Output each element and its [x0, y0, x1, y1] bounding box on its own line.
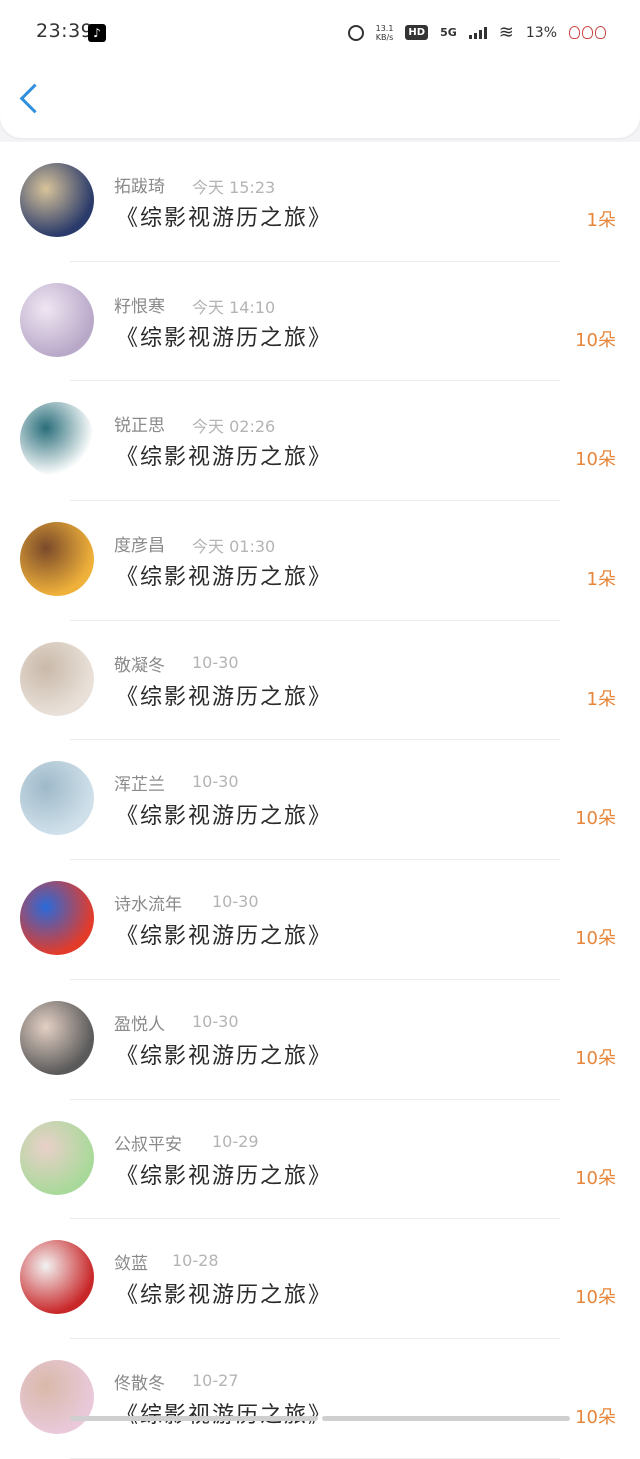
- avatar[interactable]: [20, 1120, 94, 1195]
- gift-amount: 10朵: [575, 1047, 616, 1069]
- back-icon[interactable]: [19, 83, 50, 114]
- timestamp: 10-30: [192, 772, 239, 792]
- list-item[interactable]: 敬凝冬 10-30 《综影视游历之旅》 1朵: [0, 620, 640, 741]
- avatar[interactable]: [20, 881, 94, 956]
- book-title[interactable]: 《综影视游历之旅》: [116, 1158, 332, 1190]
- user-name[interactable]: 盈悦人: [114, 1010, 165, 1035]
- book-title[interactable]: 《综影视游历之旅》: [116, 798, 332, 830]
- timestamp: 10-29: [212, 1131, 259, 1151]
- status-time: 23:39: [36, 20, 94, 42]
- book-title[interactable]: 《综影视游历之旅》: [116, 439, 332, 471]
- gift-amount: 1朵: [586, 569, 616, 591]
- top-header: 23:39 ♪ 13.1 KB/s HD 5G ≋ 13%: [0, 0, 640, 138]
- gift-amount: 1朵: [586, 210, 616, 231]
- list-item[interactable]: 籽恨寒 今天 14:10 《综影视游历之旅》 10朵: [0, 261, 640, 382]
- timestamp: 10-27: [192, 1370, 239, 1390]
- book-title[interactable]: 《综影视游历之旅》: [116, 200, 332, 232]
- timestamp: 10-28: [172, 1251, 219, 1271]
- list-item[interactable]: 浑芷兰 10-30 《综影视游历之旅》 10朵: [0, 740, 640, 861]
- list-item[interactable]: 公叔平安 10-29 《综影视游历之旅》 10朵: [0, 1099, 640, 1220]
- list-item[interactable]: 度彦昌 今天 01:30 《综影视游历之旅》 1朵: [0, 501, 640, 621]
- avatar[interactable]: [20, 761, 94, 836]
- user-name[interactable]: 诗水流年: [114, 890, 182, 915]
- user-name[interactable]: 锐正思: [114, 411, 165, 436]
- timestamp: 10-30: [192, 1011, 239, 1031]
- user-name[interactable]: 公叔平安: [114, 1130, 182, 1155]
- user-name[interactable]: 敬凝冬: [114, 651, 165, 676]
- list-item[interactable]: 盈悦人 10-30 《综影视游历之旅》 10朵: [0, 979, 640, 1100]
- gift-amount: 1朵: [586, 688, 616, 710]
- battery-icon: [569, 26, 606, 39]
- gift-amount: 10朵: [575, 329, 616, 351]
- net-speed: 13.1 KB/s: [376, 24, 394, 42]
- avatar[interactable]: [20, 282, 94, 357]
- list-item[interactable]: 诗水流年 10-30 《综影视游历之旅》 10朵: [0, 860, 640, 980]
- user-name[interactable]: 佟散冬: [114, 1369, 165, 1394]
- list-item[interactable]: 佟散冬 10-27 《综影视游历之旅》 10朵: [0, 1338, 640, 1459]
- timestamp: 今天 14:10: [192, 297, 276, 317]
- net-speed-value: 13.1: [375, 23, 394, 33]
- alarm-icon: [347, 24, 364, 41]
- net-speed-unit: KB/s: [375, 32, 394, 42]
- list-item[interactable]: 敛蓝 10-28 《综影视游历之旅》 10朵: [0, 1219, 640, 1339]
- tiktok-icon: ♪: [88, 24, 106, 42]
- signal-icon: [468, 26, 487, 39]
- gift-amount: 10朵: [575, 928, 616, 950]
- book-title[interactable]: 《综影视游历之旅》: [116, 918, 332, 950]
- book-title[interactable]: 《综影视游历之旅》: [116, 1038, 332, 1070]
- book-title[interactable]: 《综影视游历之旅》: [116, 1397, 332, 1429]
- avatar[interactable]: [20, 1000, 94, 1075]
- gift-list: 拓跋琦 今天 15:23 《综影视游历之旅》 1朵 籽恨寒 今天 14:10 《…: [0, 142, 640, 1459]
- hd-icon: HD: [405, 25, 429, 40]
- timestamp: 今天 02:26: [192, 417, 276, 437]
- timestamp: 今天 01:30: [192, 537, 276, 557]
- book-title[interactable]: 《综影视游历之旅》: [116, 679, 332, 711]
- home-indicator: [70, 1416, 570, 1421]
- gift-amount: 10朵: [575, 1167, 616, 1189]
- user-name[interactable]: 籽恨寒: [114, 292, 165, 317]
- avatar[interactable]: [20, 1240, 94, 1315]
- avatar[interactable]: [20, 163, 94, 237]
- status-bar: 23:39 ♪ 13.1 KB/s HD 5G ≋ 13%: [0, 0, 640, 66]
- avatar[interactable]: [20, 522, 94, 597]
- avatar[interactable]: [20, 641, 94, 716]
- list-item[interactable]: 锐正思 今天 02:26 《综影视游历之旅》 10朵: [0, 381, 640, 502]
- book-title[interactable]: 《综影视游历之旅》: [116, 1277, 332, 1309]
- gift-amount: 10朵: [575, 808, 616, 830]
- avatar[interactable]: [20, 402, 94, 477]
- timestamp: 10-30: [192, 652, 239, 672]
- timestamp: 今天 15:23: [192, 178, 276, 197]
- book-title[interactable]: 《综影视游历之旅》: [116, 559, 332, 591]
- user-name[interactable]: 度彦昌: [114, 531, 165, 556]
- user-name[interactable]: 浑芷兰: [114, 770, 165, 795]
- gift-amount: 10朵: [575, 1287, 616, 1309]
- battery-percent: 13%: [525, 24, 557, 41]
- network-type: 5G: [440, 26, 457, 39]
- list-item[interactable]: 拓跋琦 今天 15:23 《综影视游历之旅》 1朵: [0, 142, 640, 262]
- status-icons: 13.1 KB/s HD 5G ≋ 13%: [347, 22, 606, 43]
- user-name[interactable]: 拓跋琦: [114, 172, 165, 197]
- user-name[interactable]: 敛蓝: [114, 1249, 148, 1274]
- gift-amount: 10朵: [575, 1406, 616, 1428]
- gift-amount: 10朵: [575, 449, 616, 471]
- timestamp: 10-30: [212, 892, 259, 912]
- book-title[interactable]: 《综影视游历之旅》: [116, 320, 332, 352]
- wifi-icon: ≋: [498, 22, 514, 43]
